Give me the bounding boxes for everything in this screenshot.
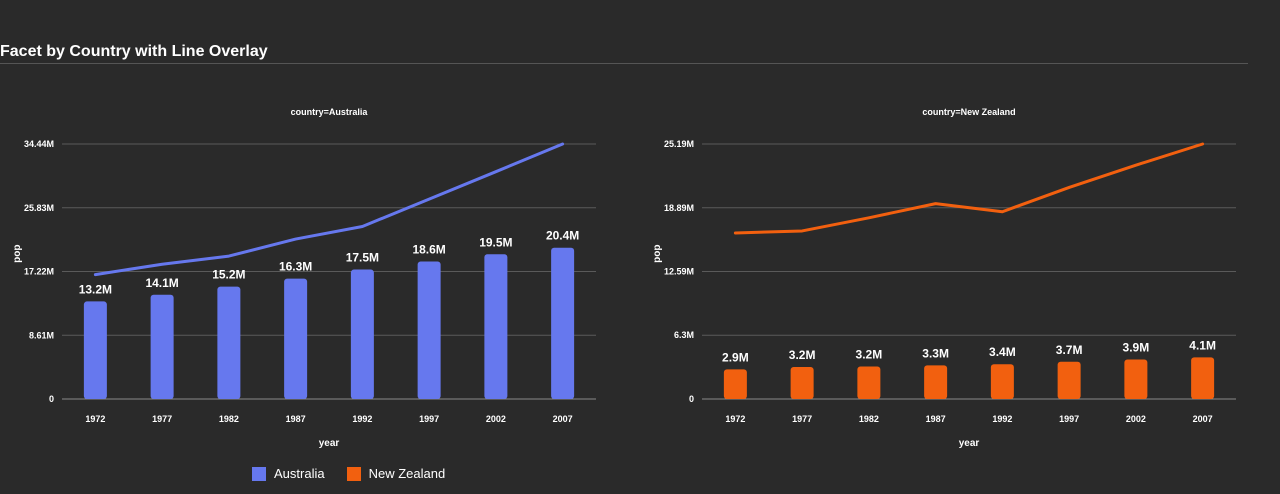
y-tick-label: 25.83M	[24, 203, 54, 213]
bar-value-label: 3.7M	[1056, 343, 1083, 357]
legend-label-new-zealand: New Zealand	[368, 466, 446, 481]
bar-value-label: 4.1M	[1189, 338, 1216, 352]
legend-swatch-australia	[252, 466, 266, 481]
x-tick-label: 1992	[992, 414, 1012, 424]
x-tick-label: 1977	[792, 414, 812, 424]
y-tick-label: 34.44M	[24, 139, 54, 149]
y-tick-label: 0	[689, 394, 694, 404]
legend: Australia New Zealand	[252, 466, 445, 481]
x-tick-label: 1977	[152, 414, 172, 424]
y-tick-label: 17.22M	[24, 267, 54, 277]
bar	[484, 254, 508, 399]
bar	[551, 247, 575, 399]
bar	[723, 369, 747, 399]
bar-value-label: 3.4M	[989, 345, 1016, 359]
x-tick-label: 2002	[1126, 414, 1146, 424]
bar	[857, 366, 881, 399]
bar	[83, 301, 107, 399]
bar	[790, 366, 814, 399]
x-tick-label: 1972	[85, 414, 105, 424]
bar-value-label: 19.5M	[479, 235, 512, 249]
bar-value-label: 20.4M	[546, 229, 579, 243]
bar-value-label: 3.2M	[789, 348, 816, 362]
bar-value-label: 15.2M	[212, 268, 245, 282]
bar-value-label: 3.2M	[856, 347, 883, 361]
bar	[990, 364, 1014, 399]
bar-value-label: 16.3M	[279, 260, 312, 274]
facet-title: country=Australia	[291, 107, 369, 117]
bar	[350, 269, 374, 399]
bar	[1191, 357, 1215, 399]
x-tick-label: 1987	[286, 414, 306, 424]
bar-value-label: 13.2M	[79, 282, 112, 296]
legend-label-australia: Australia	[274, 466, 325, 481]
bar	[150, 294, 174, 399]
bar-value-label: 2.9M	[722, 350, 749, 364]
x-tick-label: 1982	[219, 414, 239, 424]
facet-title: country=New Zealand	[922, 107, 1015, 117]
legend-item-new-zealand[interactable]: New Zealand	[346, 466, 446, 481]
legend-swatch-new-zealand	[346, 466, 361, 481]
y-tick-label: 25.19M	[664, 139, 694, 149]
y-tick-label: 12.59M	[664, 267, 694, 277]
bar	[417, 261, 441, 399]
bar	[1124, 359, 1148, 399]
bar-value-label: 3.9M	[1123, 340, 1150, 354]
bar	[217, 286, 241, 399]
x-tick-label: 1992	[352, 414, 372, 424]
bar	[924, 365, 948, 399]
x-tick-label: 2007	[1193, 414, 1213, 424]
x-tick-label: 1997	[419, 414, 439, 424]
x-tick-label: 2002	[486, 414, 506, 424]
series-line	[733, 142, 1205, 235]
y-axis-label: pop	[652, 244, 663, 262]
bar-value-label: 17.5M	[346, 251, 379, 265]
y-tick-label: 6.3M	[674, 330, 694, 340]
facet-chart: country=Australia 0 8.61M 17.22M 25.83M 34.44…	[12, 107, 1236, 449]
y-axis-label: pop	[12, 244, 23, 262]
bar	[1057, 361, 1081, 399]
y-tick-label: 0	[49, 394, 54, 404]
bar-value-label: 3.3M	[922, 346, 949, 360]
x-tick-label: 1997	[1059, 414, 1079, 424]
x-axis-label: year	[319, 438, 340, 449]
x-tick-label: 1982	[859, 414, 879, 424]
bar-value-label: 18.6M	[412, 243, 445, 257]
x-axis-label: year	[959, 438, 980, 449]
x-tick-label: 1987	[926, 414, 946, 424]
y-tick-label: 8.61M	[29, 330, 54, 340]
legend-item-australia[interactable]: Australia	[252, 466, 325, 481]
x-tick-label: 2007	[553, 414, 573, 424]
bar-value-label: 14.1M	[145, 276, 178, 290]
y-tick-label: 18.89M	[664, 203, 694, 213]
bar	[284, 278, 308, 399]
x-tick-label: 1972	[725, 414, 745, 424]
